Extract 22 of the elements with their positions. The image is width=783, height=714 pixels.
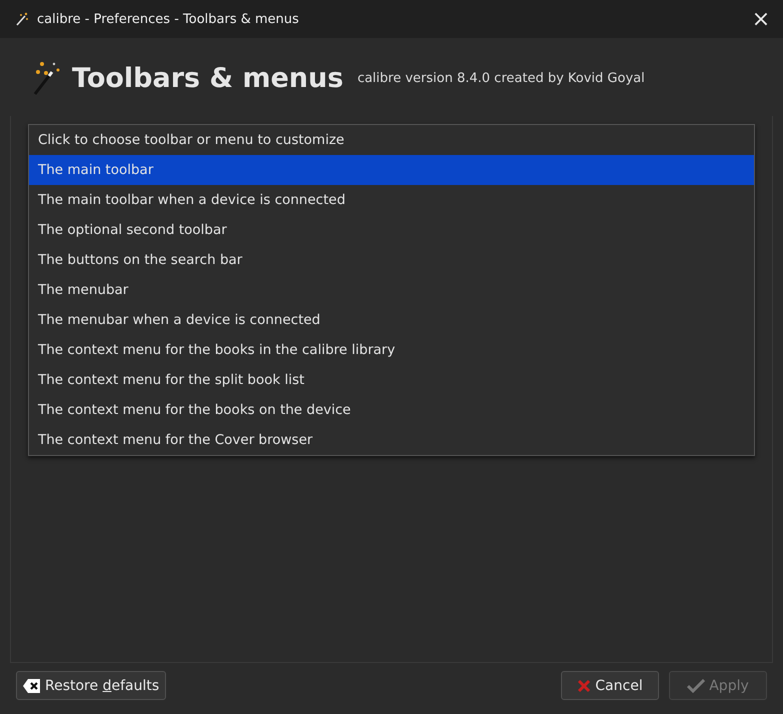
dropdown-item[interactable]: The context menu for the Cover browser (29, 425, 754, 455)
dropdown-item[interactable]: Click to choose toolbar or menu to customize (29, 125, 754, 155)
cancel-button[interactable]: Cancel (561, 671, 659, 700)
dropdown-item[interactable]: The context menu for the split book list (29, 365, 754, 395)
dropdown-item[interactable]: The menubar when a device is connected (29, 305, 754, 335)
window-title: calibre - Preferences - Toolbars & menus (37, 12, 300, 26)
close-button[interactable]: × (739, 0, 783, 38)
dropdown-item[interactable]: The context menu for the books on the device (29, 395, 754, 425)
cross-icon (577, 678, 592, 692)
wand-icon (32, 60, 62, 96)
dropdown-item[interactable]: The menubar (29, 275, 754, 305)
clear-icon (23, 678, 41, 692)
dropdown-item[interactable]: The context menu for the books in the calibre library (29, 335, 754, 365)
dropdown-item[interactable]: The main toolbar (29, 155, 754, 185)
restore-defaults-button[interactable]: Restore defaults (16, 671, 166, 700)
version-text: calibre version 8.4.0 created by Kovid Goyal (357, 70, 645, 86)
checkmark-icon (687, 678, 706, 692)
dropdown-item[interactable]: The optional second toolbar (29, 215, 754, 245)
wand-icon (15, 12, 29, 26)
dropdown-item[interactable]: The main toolbar when a device is connected (29, 185, 754, 215)
dropdown-item[interactable]: The buttons on the search bar (29, 245, 754, 275)
page-title: Toolbars & menus (72, 62, 344, 94)
